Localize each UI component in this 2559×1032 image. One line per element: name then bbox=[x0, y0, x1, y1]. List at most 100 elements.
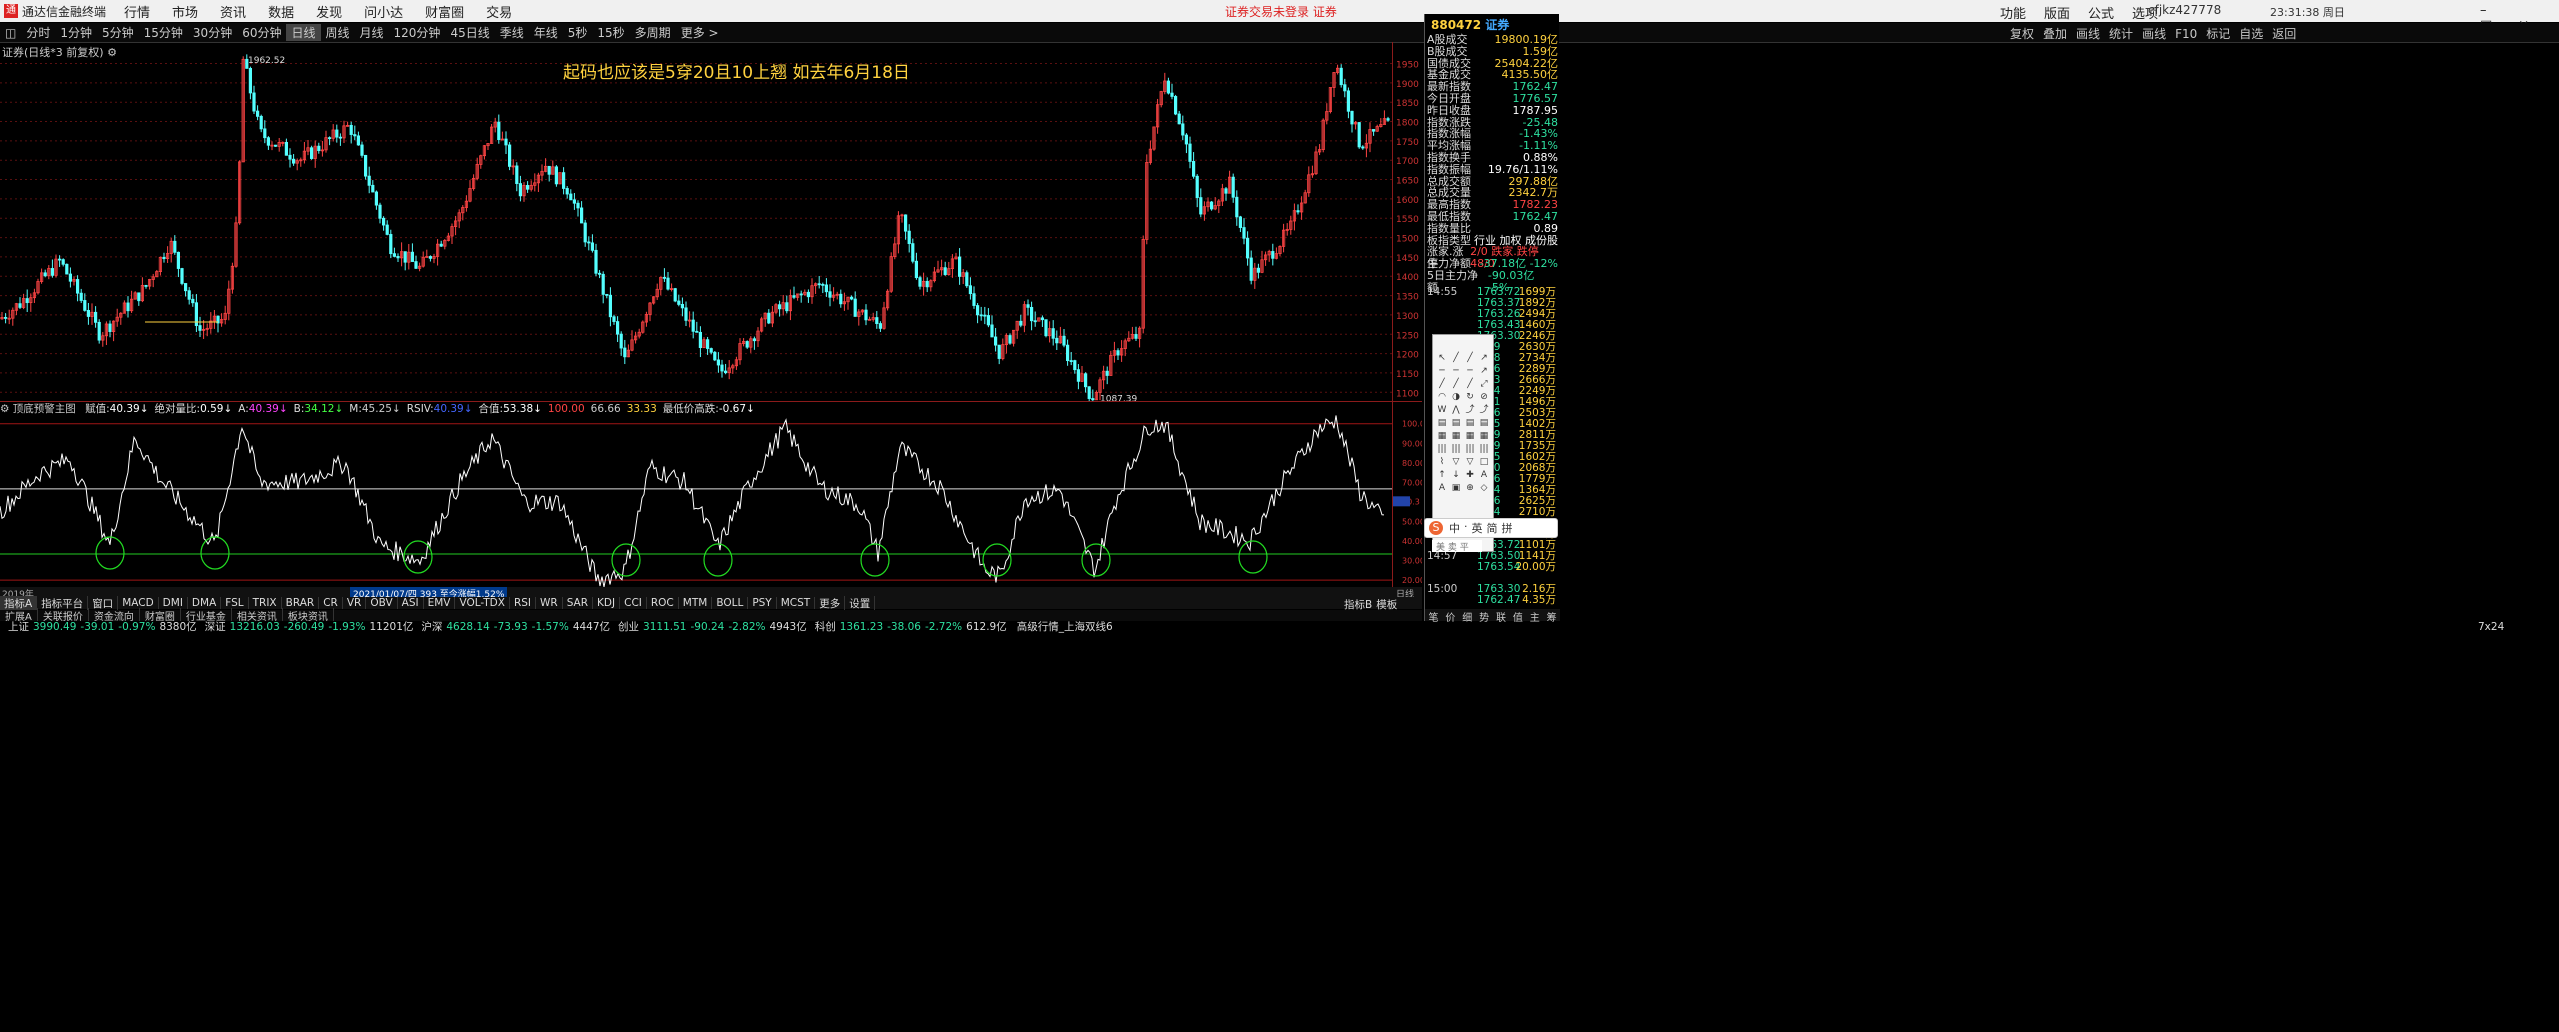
draw-tool-icon[interactable]: ─ bbox=[1437, 366, 1447, 376]
draw-tool-icon[interactable]: ▽ bbox=[1465, 457, 1475, 467]
draw-tool-icon[interactable]: ◑ bbox=[1451, 392, 1461, 402]
period-tab[interactable]: 月线 bbox=[355, 24, 389, 41]
draw-tool-icon[interactable]: ◇ bbox=[1479, 483, 1489, 493]
menu-item[interactable]: 发现 bbox=[316, 6, 342, 21]
index-quote[interactable]: 科创 1361.23 -38.06 -2.72% 612.9亿 bbox=[807, 619, 1007, 634]
panel-tab[interactable]: 主 bbox=[1530, 609, 1540, 624]
indicator-tab[interactable]: PSY bbox=[748, 597, 777, 609]
indicator-tab[interactable]: 更多 bbox=[815, 595, 846, 611]
chart-tool-button[interactable]: 自选 bbox=[2239, 27, 2263, 41]
index-quote[interactable]: 上证 3990.49 -39.01 -0.97% 8380亿 bbox=[0, 619, 197, 634]
right-menu-item[interactable]: 公式 bbox=[2088, 7, 2114, 22]
draw-tool-icon[interactable]: ╱ bbox=[1465, 379, 1475, 389]
panel-tab[interactable]: 联 bbox=[1496, 609, 1506, 624]
menu-item[interactable]: 交易 bbox=[486, 6, 512, 21]
chart-tool-button[interactable]: 画线 bbox=[2076, 27, 2100, 41]
trade-notice[interactable]: 证券交易未登录 证券 bbox=[1225, 3, 1337, 20]
chart-tool-button[interactable]: F10 bbox=[2175, 27, 2197, 41]
panel-tab[interactable]: 价 bbox=[1445, 609, 1455, 624]
panel-tab[interactable]: 笔 bbox=[1428, 609, 1438, 624]
period-tab[interactable]: 周线 bbox=[321, 24, 355, 41]
draw-tool-icon[interactable]: ||| bbox=[1451, 444, 1461, 454]
period-tab[interactable]: 更多 > bbox=[676, 24, 724, 41]
indicator-tab[interactable]: MCST bbox=[777, 597, 816, 609]
period-tab[interactable]: 30分钟 bbox=[188, 24, 237, 41]
draw-tool-icon[interactable]: ▦ bbox=[1479, 431, 1489, 441]
draw-tool-icon[interactable]: ||| bbox=[1465, 444, 1475, 454]
index-quote[interactable]: 沪深 4628.14 -73.93 -1.57% 4447亿 bbox=[413, 619, 610, 634]
draw-tool-icon[interactable]: ╱ bbox=[1465, 353, 1475, 363]
period-tab[interactable]: 5秒 bbox=[563, 24, 593, 41]
draw-tool-icon[interactable]: ↻ bbox=[1465, 392, 1475, 402]
chart-tool-button[interactable]: 复权 bbox=[2010, 27, 2034, 41]
draw-tool-icon[interactable]: ⤢ bbox=[1479, 379, 1489, 389]
ime-item[interactable]: 中 bbox=[1449, 520, 1460, 536]
period-tab[interactable]: 分时 bbox=[21, 24, 55, 41]
menu-item[interactable]: 问小达 bbox=[364, 6, 403, 21]
draw-tool-icon[interactable]: ⤴ bbox=[1465, 405, 1475, 415]
draw-tool-icon[interactable]: ▤ bbox=[1479, 418, 1489, 428]
candlestick-chart[interactable]: 1950 1900 1850 1800 1750 1700 1650 1600 1550 1500… bbox=[0, 42, 1422, 402]
period-tab[interactable]: 5分钟 bbox=[97, 24, 139, 41]
draw-tool-icon[interactable]: ↖ bbox=[1437, 353, 1447, 363]
draw-tool-icon[interactable]: ↑ bbox=[1437, 470, 1447, 480]
panel-tab[interactable]: 细 bbox=[1462, 609, 1472, 624]
period-tab[interactable]: 120分钟 bbox=[389, 24, 446, 41]
period-tab[interactable]: 60分钟 bbox=[237, 24, 286, 41]
draw-tool-icon[interactable]: ⤴ bbox=[1479, 405, 1489, 415]
indicator-tab[interactable]: KDJ bbox=[593, 597, 621, 609]
draw-tool-icon[interactable]: ◠ bbox=[1437, 392, 1447, 402]
period-tab[interactable]: 季线 bbox=[495, 24, 529, 41]
draw-tool-icon[interactable]: ||| bbox=[1479, 444, 1489, 454]
period-tab[interactable]: 1分钟 bbox=[55, 24, 97, 41]
indicator-tab[interactable]: ASI bbox=[398, 597, 424, 609]
chart-tool-button[interactable]: 统计 bbox=[2109, 27, 2133, 41]
panel-tab[interactable]: 筹 bbox=[1547, 609, 1557, 624]
panel-tab[interactable]: 值 bbox=[1513, 609, 1523, 624]
indicator-tab[interactable]: VR bbox=[343, 597, 367, 609]
draw-tool-icon[interactable]: ▤ bbox=[1465, 418, 1475, 428]
indicator-tab[interactable]: VOL-TDX bbox=[455, 597, 510, 609]
ime-item[interactable]: 拼 bbox=[1502, 520, 1513, 536]
draw-tool-icon[interactable]: ─ bbox=[1465, 366, 1475, 376]
draw-tool-icon[interactable]: ▣ bbox=[1451, 483, 1461, 493]
draw-tool-icon[interactable]: ⋀ bbox=[1451, 405, 1461, 415]
indicator-tab[interactable]: ROC bbox=[647, 597, 679, 609]
draw-tool-icon[interactable]: ─ bbox=[1451, 366, 1461, 376]
chart-tool-button[interactable]: 画线 bbox=[2142, 27, 2166, 41]
draw-tool-icon[interactable]: ╱ bbox=[1437, 379, 1447, 389]
indicator-tab[interactable]: EMV bbox=[424, 597, 456, 609]
index-quote[interactable]: 深证 13216.03 -260.49 -1.93% 11201亿 bbox=[197, 619, 414, 634]
news-label[interactable]: 7x24 bbox=[2478, 621, 2504, 633]
indicator-tab[interactable]: CCI bbox=[620, 597, 647, 609]
indicator-tab[interactable]: RSI bbox=[510, 597, 536, 609]
menu-item[interactable]: 数据 bbox=[268, 6, 294, 21]
chart-tool-button[interactable]: 返回 bbox=[2272, 27, 2296, 41]
draw-tool-icon[interactable]: ▦ bbox=[1451, 431, 1461, 441]
minimize-icon[interactable]: – bbox=[2480, 3, 2513, 18]
period-tab[interactable]: 多周期 bbox=[630, 24, 676, 41]
draw-tool-icon[interactable]: ↓ bbox=[1451, 470, 1461, 480]
ime-item[interactable]: 简 bbox=[1487, 520, 1498, 536]
index-quote[interactable]: 创业 3111.51 -90.24 -2.82% 4943亿 bbox=[610, 619, 807, 634]
draw-tool-icon[interactable]: ⌇ bbox=[1437, 457, 1447, 467]
draw-tool-icon[interactable]: ↗ bbox=[1479, 366, 1489, 376]
draw-tool-icon[interactable]: ▽ bbox=[1451, 457, 1461, 467]
period-tab[interactable]: 45日线 bbox=[445, 24, 494, 41]
indicator-tab[interactable]: 设置 bbox=[845, 595, 876, 611]
indicator-tab[interactable]: OBV bbox=[366, 597, 398, 609]
chart-tool-button[interactable]: 标记 bbox=[2206, 27, 2230, 41]
period-tab[interactable]: 15秒 bbox=[592, 24, 629, 41]
menu-item[interactable]: 资讯 bbox=[220, 6, 246, 21]
draw-tool-icon[interactable]: ▤ bbox=[1451, 418, 1461, 428]
panel-tab[interactable]: 势 bbox=[1479, 609, 1489, 624]
draw-tool-icon[interactable]: ╱ bbox=[1451, 379, 1461, 389]
draw-tool-icon[interactable]: ⊘ bbox=[1479, 392, 1489, 402]
bottom-right-tab[interactable]: 指标B bbox=[1344, 597, 1372, 612]
chart-tool-button[interactable]: 叠加 bbox=[2043, 27, 2067, 41]
draw-tool-icon[interactable]: W bbox=[1437, 405, 1447, 415]
indicator-tab[interactable]: BOLL bbox=[712, 597, 749, 609]
menu-item[interactable]: 财富圈 bbox=[425, 6, 464, 21]
sidebar-toggle-icon[interactable]: ◫ bbox=[0, 26, 21, 40]
draw-tool-icon[interactable]: A bbox=[1479, 470, 1489, 480]
